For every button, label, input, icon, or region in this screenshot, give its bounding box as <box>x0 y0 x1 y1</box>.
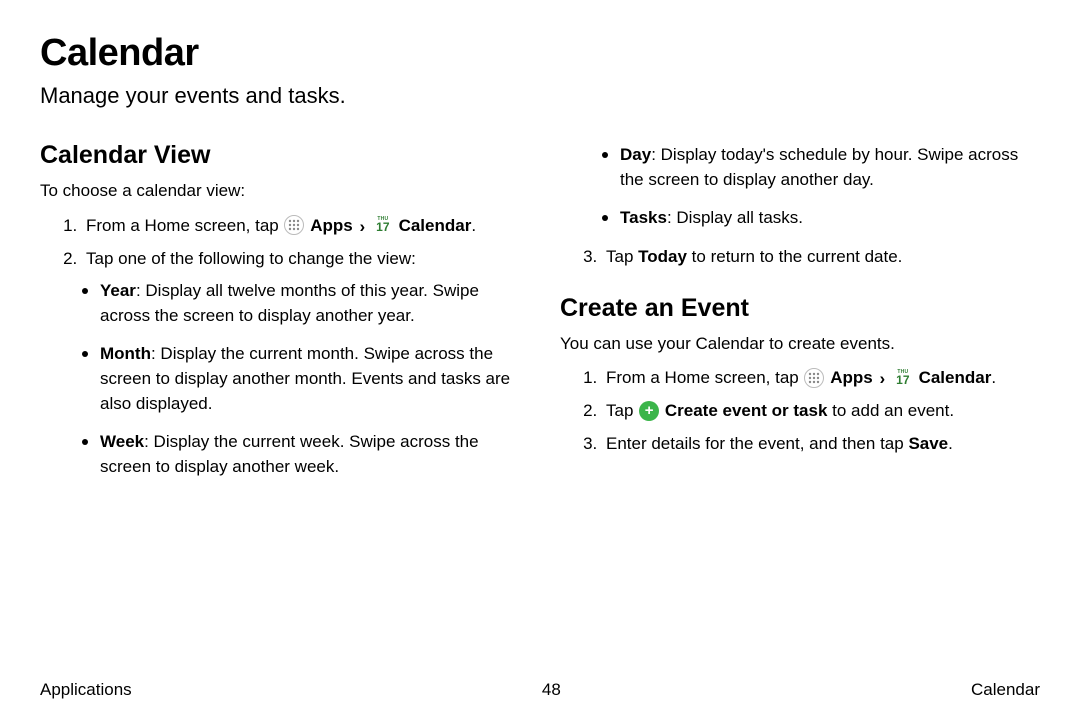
calendar-label: Calendar <box>399 216 472 235</box>
plus-icon: + <box>639 401 659 421</box>
desc-week: : Display the current week. Swipe across… <box>100 432 479 476</box>
apps-icon <box>804 368 824 388</box>
section-heading-calendar-view: Calendar View <box>40 137 520 173</box>
step-text-post: to return to the current date. <box>687 247 902 266</box>
list-item-day: Day: Display today's schedule by hour. S… <box>602 143 1040 192</box>
apps-label: Apps <box>310 216 353 235</box>
footer-left: Applications <box>40 680 132 700</box>
step-text: Tap <box>606 247 638 266</box>
period: . <box>991 368 996 387</box>
desc-tasks: : Display all tasks. <box>667 208 803 227</box>
page-title: Calendar <box>40 32 1040 75</box>
step-2: Tap + Create event or task to add an eve… <box>602 399 1040 424</box>
desc-day: : Display today's schedule by hour. Swip… <box>620 145 1018 189</box>
label-month: Month <box>100 344 151 363</box>
period: . <box>471 216 476 235</box>
desc-month: : Display the current month. Swipe acros… <box>100 344 510 412</box>
step-1: From a Home screen, tap Apps › THU 17 Ca… <box>82 214 520 239</box>
today-label: Today <box>638 247 687 266</box>
section-heading-create-event: Create an Event <box>560 290 1040 326</box>
save-label: Save <box>908 434 948 453</box>
step-text: Enter details for the event, and then ta… <box>606 434 908 453</box>
label-week: Week <box>100 432 144 451</box>
view-options-list-continued: Day: Display today's schedule by hour. S… <box>560 143 1040 231</box>
step-text: From a Home screen, tap <box>606 368 803 387</box>
chevron-right-icon: › <box>879 367 885 392</box>
step-text: Tap <box>606 401 638 420</box>
calendar-view-steps: From a Home screen, tap Apps › THU 17 Ca… <box>40 214 520 271</box>
apps-icon <box>284 215 304 235</box>
step-text-post: . <box>948 434 953 453</box>
calendar-icon: THU 17 <box>373 215 393 235</box>
footer-page-number: 48 <box>542 680 561 700</box>
step-text-post: to add an event. <box>827 401 954 420</box>
calendar-label: Calendar <box>919 368 992 387</box>
chevron-right-icon: › <box>359 215 365 240</box>
list-item-month: Month: Display the current month. Swipe … <box>82 342 520 416</box>
apps-label: Apps <box>830 368 873 387</box>
label-year: Year <box>100 281 136 300</box>
create-event-steps: From a Home screen, tap Apps › THU 17 Ca… <box>560 366 1040 456</box>
create-event-intro: You can use your Calendar to create even… <box>560 332 1040 357</box>
calendar-icon-date: 17 <box>376 221 389 233</box>
step-3: Enter details for the event, and then ta… <box>602 432 1040 457</box>
view-options-list: Year: Display all twelve months of this … <box>40 279 520 479</box>
calendar-view-steps-continued: Tap Today to return to the current date. <box>560 245 1040 270</box>
list-item-tasks: Tasks: Display all tasks. <box>602 206 1040 231</box>
right-column: Day: Display today's schedule by hour. S… <box>560 137 1040 494</box>
calendar-icon: THU 17 <box>893 368 913 388</box>
step-2: Tap one of the following to change the v… <box>82 247 520 272</box>
label-tasks: Tasks <box>620 208 667 227</box>
footer-right: Calendar <box>971 680 1040 700</box>
list-item-year: Year: Display all twelve months of this … <box>82 279 520 328</box>
page-footer: Applications 48 Calendar <box>40 680 1040 700</box>
list-item-week: Week: Display the current week. Swipe ac… <box>82 430 520 479</box>
left-column: Calendar View To choose a calendar view:… <box>40 137 520 494</box>
label-day: Day <box>620 145 651 164</box>
calendar-icon-date: 17 <box>896 374 909 386</box>
content-columns: Calendar View To choose a calendar view:… <box>40 137 1040 494</box>
create-event-label: Create event or task <box>665 401 828 420</box>
step-3: Tap Today to return to the current date. <box>602 245 1040 270</box>
calendar-view-intro: To choose a calendar view: <box>40 179 520 204</box>
step-1: From a Home screen, tap Apps › THU 17 Ca… <box>602 366 1040 391</box>
desc-year: : Display all twelve months of this year… <box>100 281 479 325</box>
step-text: From a Home screen, tap <box>86 216 283 235</box>
page-subtitle: Manage your events and tasks. <box>40 83 1040 109</box>
